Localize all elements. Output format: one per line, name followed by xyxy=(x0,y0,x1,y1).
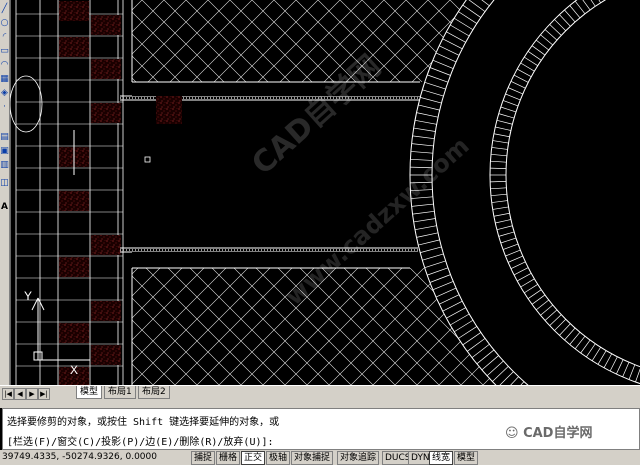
brick-hatch-cell xyxy=(91,59,121,79)
drawing-canvas[interactable]: Y X CAD自学网 www.cadzxw.com xyxy=(10,0,640,385)
path-boundary-bottom xyxy=(120,247,418,253)
ucs-y-label: Y xyxy=(24,289,32,303)
prev-tab-button[interactable]: ◀ xyxy=(14,388,26,400)
rectangle-icon[interactable]: ▭ xyxy=(0,44,9,58)
tab-layout2[interactable]: 布局2 xyxy=(138,386,170,399)
brick-hatch-cell xyxy=(91,15,121,35)
otrack-toggle[interactable]: 对象追踪 xyxy=(337,451,380,465)
logo-text: CAD自学网 xyxy=(523,426,593,441)
status-bar: 39749.4335, -50274.9326, 0.0000 捕捉 栅格 正交… xyxy=(0,450,640,465)
arc-icon[interactable]: ◜ xyxy=(0,30,9,44)
gradient-icon[interactable]: ▥ xyxy=(0,158,9,172)
tab-model[interactable]: 模型 xyxy=(76,386,103,399)
brick-hatch-cell xyxy=(59,37,89,57)
lineweight-toggle[interactable]: 线宽 xyxy=(429,451,454,465)
draw-line-icon[interactable]: ╱ xyxy=(0,2,9,16)
next-tab-button[interactable]: ▶ xyxy=(26,388,38,400)
grid-toggle[interactable]: 栅格 xyxy=(216,451,241,465)
tab-layout1[interactable]: 布局1 xyxy=(104,386,136,399)
brick-hatch-cell xyxy=(91,235,121,255)
table-icon[interactable]: ▤ xyxy=(0,130,9,144)
polyline-icon[interactable]: ◠ xyxy=(0,58,9,72)
osnap-toggle[interactable]: 对象捕捉 xyxy=(291,451,334,465)
snap-toggle[interactable]: 捕捉 xyxy=(191,451,216,465)
brick-hatch-cell xyxy=(91,345,121,365)
planter-ellipse xyxy=(10,75,43,133)
draw-toolbar: ╱ ○ ◜ ▭ ◠ ▦ ◈ · ▤ ▣ ▥ ◫ A xyxy=(0,0,10,385)
model-toggle[interactable]: 模型 xyxy=(454,451,479,465)
brick-hatch-cell xyxy=(91,301,121,321)
cad-drawing: Y X xyxy=(10,0,640,385)
last-tab-button[interactable]: ▶| xyxy=(38,388,50,400)
ortho-toggle[interactable]: 正交 xyxy=(241,451,266,465)
first-tab-button[interactable]: |◀ xyxy=(2,388,14,400)
cursor-coordinates: 39749.4335, -50274.9326, 0.0000 xyxy=(2,452,157,462)
command-splitter[interactable] xyxy=(0,400,640,408)
circle-icon[interactable]: ○ xyxy=(0,16,9,30)
brick-hatch-cell xyxy=(59,323,89,343)
region-icon[interactable]: ▣ xyxy=(0,144,9,158)
brick-hatch-cell xyxy=(91,103,121,123)
text-icon[interactable]: A xyxy=(0,200,9,214)
brick-hatch-cell xyxy=(59,257,89,277)
insert-block-icon[interactable]: ◈ xyxy=(0,86,9,100)
polar-toggle[interactable]: 极轴 xyxy=(266,451,291,465)
logo-icon: ☺ xyxy=(505,426,524,441)
command-prompt-line1: 选择要修剪的对象，或按住 Shift 键选择要延伸的对象，或 xyxy=(7,417,280,428)
brick-hatch-cell xyxy=(59,1,89,21)
boundary-icon[interactable]: ◫ xyxy=(0,176,9,190)
ucs-x-label: X xyxy=(70,363,78,377)
hatch-icon[interactable]: ▦ xyxy=(0,72,9,86)
site-logo: ☺ CAD自学网 xyxy=(505,422,592,441)
brick-hatch-cell xyxy=(59,191,89,211)
point-icon[interactable]: · xyxy=(0,100,9,114)
layout-tab-bar: |◀ ◀ ▶ ▶| 模型 布局1 布局2 xyxy=(0,385,640,400)
pickbox-cursor xyxy=(144,156,151,163)
hatch-patch xyxy=(156,96,182,124)
command-prompt-line2: [栏选(F)/窗交(C)/投影(P)/边(E)/删除(R)/放弃(U)]: xyxy=(7,437,274,448)
